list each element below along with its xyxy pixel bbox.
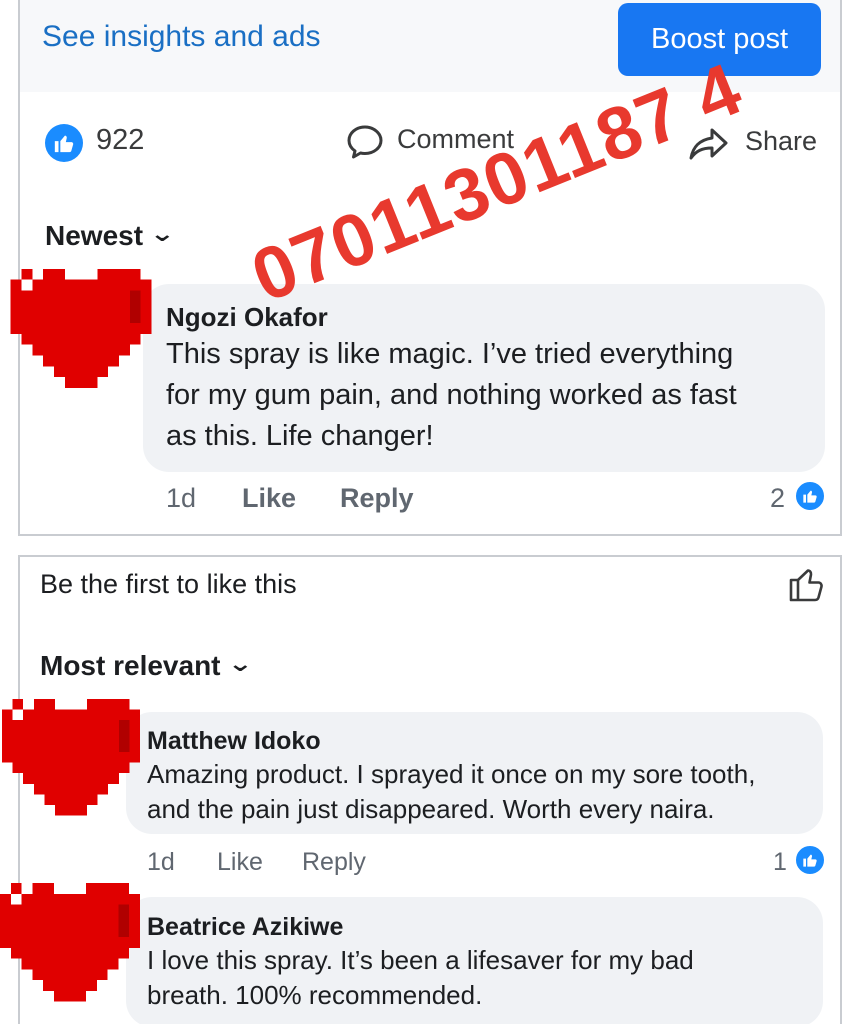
comment-line: I love this spray. It’s been a lifesaver… bbox=[147, 945, 694, 975]
comment-line: This spray is like magic. I’ve tried eve… bbox=[166, 338, 734, 370]
chevron-down-icon: ⌄ bbox=[149, 221, 176, 246]
comment-reaction-count[interactable]: 2 bbox=[770, 483, 785, 514]
reply-comment-button[interactable]: Reply bbox=[302, 848, 366, 877]
sort-label: Most relevant bbox=[40, 650, 221, 681]
comment-reaction-count[interactable]: 1 bbox=[773, 848, 787, 877]
share-button[interactable]: Share bbox=[745, 126, 817, 157]
comment-text: Amazing product. I sprayed it once on my… bbox=[147, 757, 755, 827]
comment-text: I love this spray. It’s been a lifesaver… bbox=[147, 943, 694, 1013]
comment-author-name[interactable]: Matthew Idoko bbox=[147, 727, 321, 756]
comment-text: This spray is like magic. I’ve tried eve… bbox=[166, 334, 737, 457]
heart-avatar-cover-icon bbox=[2, 698, 140, 816]
chevron-down-icon: ⌄ bbox=[226, 651, 253, 676]
comment-line: as this. Life changer! bbox=[166, 420, 434, 452]
see-insights-link[interactable]: See insights and ads bbox=[42, 20, 321, 54]
heart-avatar-cover-icon bbox=[0, 883, 140, 1002]
thumbs-up-icon[interactable] bbox=[788, 563, 824, 608]
reply-comment-button[interactable]: Reply bbox=[340, 483, 414, 514]
like-reaction-icon bbox=[794, 844, 826, 876]
sort-label: Newest bbox=[45, 220, 144, 251]
like-reaction-icon[interactable] bbox=[45, 124, 83, 162]
comment-author-name[interactable]: Beatrice Azikiwe bbox=[147, 913, 343, 942]
post-card: Be the first to like this Most relevant ⌄… bbox=[18, 555, 842, 1024]
like-comment-button[interactable]: Like bbox=[242, 483, 296, 514]
first-like-text: Be the first to like this bbox=[40, 569, 297, 599]
comment-icon[interactable] bbox=[345, 122, 385, 167]
heart-avatar-cover-icon bbox=[10, 268, 152, 388]
sort-dropdown-most-relevant[interactable]: Most relevant ⌄ bbox=[40, 650, 253, 682]
comment-timestamp[interactable]: 1d bbox=[147, 848, 175, 877]
comment-line: Amazing product. I sprayed it once on my… bbox=[147, 759, 756, 789]
comment-line: and the pain just disappeared. Worth eve… bbox=[147, 794, 715, 824]
comment-timestamp[interactable]: 1d bbox=[166, 483, 196, 514]
like-count[interactable]: 922 bbox=[96, 124, 144, 157]
sort-dropdown-newest[interactable]: Newest ⌄ bbox=[45, 220, 175, 252]
comment-line: for my gum pain, and nothing worked as f… bbox=[166, 379, 737, 411]
comment-line: breath. 100% recommended. bbox=[147, 980, 483, 1010]
like-reaction-icon bbox=[794, 480, 826, 512]
like-comment-button[interactable]: Like bbox=[217, 848, 263, 877]
comment-author-name[interactable]: Ngozi Okafor bbox=[166, 302, 328, 333]
